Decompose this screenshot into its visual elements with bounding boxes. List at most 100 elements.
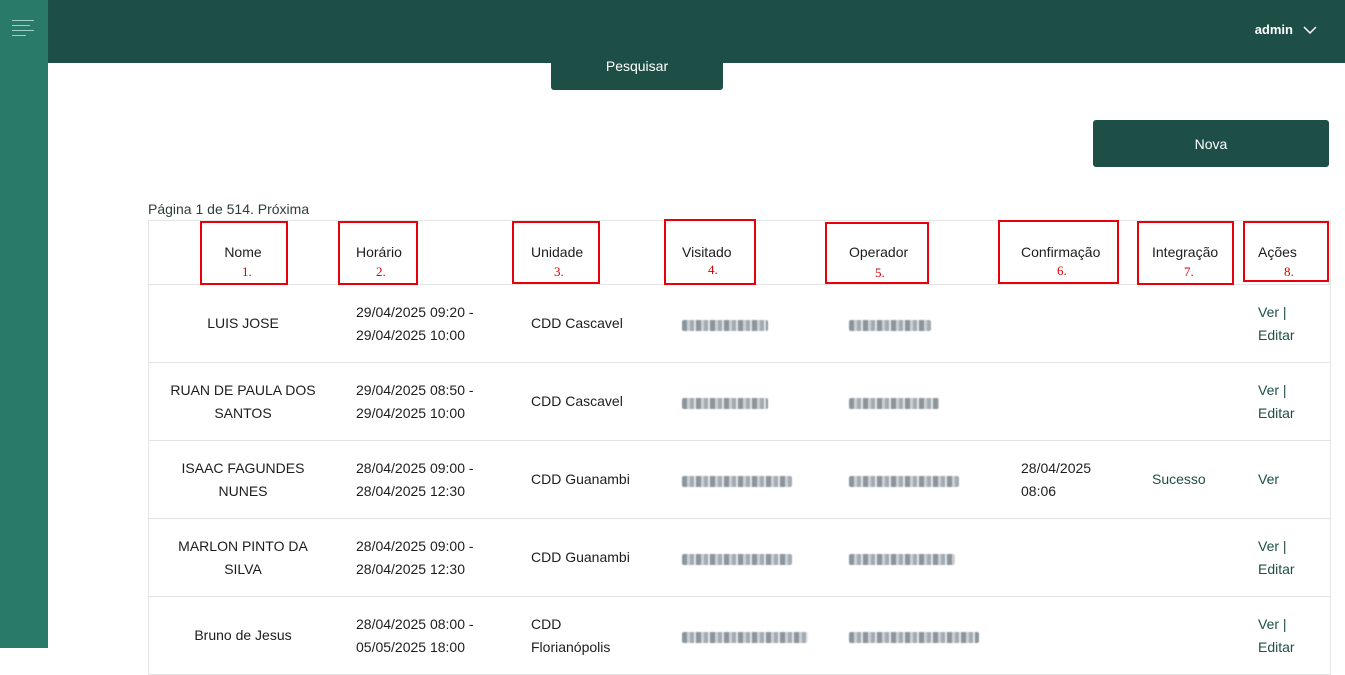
view-link[interactable]: Ver | — [1258, 379, 1328, 402]
unidade-text: CDD Cascavel — [531, 393, 623, 409]
nome-text: LUIS JOSE — [207, 315, 279, 331]
integracao-status: Sucesso — [1152, 471, 1206, 487]
cell-unidade: CDD Cascavel — [531, 312, 651, 335]
view-link[interactable]: Ver | — [1258, 301, 1328, 324]
horario-text: 28/04/2025 09:00 - — [356, 459, 474, 476]
annotation-box: 7. — [1137, 221, 1234, 285]
cell-visitado-redacted — [682, 398, 822, 409]
cell-acoes: Ver | Editar — [1258, 535, 1328, 581]
nome-text: SANTOS — [214, 404, 272, 421]
cell-horario: 29/04/2025 09:20 - 29/04/2025 10:00 — [356, 301, 496, 347]
annotation-number: 5. — [875, 265, 885, 280]
next-page-link[interactable]: Próxima — [258, 201, 309, 217]
redacted-text — [849, 476, 959, 487]
redacted-text — [849, 320, 931, 331]
cell-nome: Bruno de Jesus — [149, 624, 337, 647]
annotation-box: 8. — [1243, 221, 1329, 282]
user-name: admin — [1254, 22, 1293, 37]
edit-link[interactable]: Editar — [1258, 402, 1328, 425]
edit-link[interactable]: Editar — [1258, 636, 1328, 659]
horario-text: 29/04/2025 08:50 - — [356, 381, 474, 398]
cell-visitado-redacted — [682, 632, 822, 643]
cell-operador-redacted — [849, 476, 989, 487]
confirmacao-text: 08:06 — [1021, 482, 1057, 499]
cell-acoes: Ver | Editar — [1258, 613, 1328, 659]
redacted-text — [849, 398, 939, 409]
cell-operador-redacted — [849, 554, 989, 565]
cell-integracao: Sucesso — [1152, 468, 1242, 491]
unidade-text: Florianópolis — [531, 638, 611, 655]
menu-icon[interactable] — [12, 20, 34, 36]
user-menu[interactable]: admin — [1255, 22, 1317, 37]
cell-nome: ISAAC FAGUNDES NUNES — [149, 457, 337, 503]
annotation-number: 8. — [1284, 264, 1294, 279]
confirmacao-text: 28/04/2025 — [1021, 459, 1092, 476]
annotation-box: 4. — [664, 219, 756, 285]
annotation-number: 2. — [376, 264, 386, 279]
horario-text: 28/04/2025 09:00 - — [356, 537, 474, 554]
nome-text: ISAAC FAGUNDES — [181, 459, 305, 476]
cell-horario: 29/04/2025 08:50 - 29/04/2025 10:00 — [356, 379, 496, 425]
search-button[interactable]: Pesquisar — [551, 44, 723, 90]
annotation-number: 3. — [554, 264, 564, 279]
cell-operador-redacted — [849, 632, 989, 643]
cell-visitado-redacted — [682, 476, 822, 487]
redacted-text — [682, 320, 768, 331]
cell-unidade: CDD Guanambi — [531, 468, 651, 491]
annotation-box: 5. — [825, 222, 929, 284]
annotation-number: 4. — [708, 262, 718, 277]
table-row: LUIS JOSE 29/04/2025 09:20 - 29/04/2025 10… — [149, 285, 1330, 363]
chevron-down-icon — [1303, 25, 1317, 34]
annotation-box: 2. — [338, 221, 418, 285]
redacted-text — [682, 554, 792, 565]
redacted-text — [682, 476, 792, 487]
edit-link[interactable]: Editar — [1258, 324, 1328, 347]
edit-link[interactable]: Editar — [1258, 558, 1328, 581]
horario-text: 28/04/2025 12:30 — [356, 560, 465, 577]
table-row: ISAAC FAGUNDES NUNES 28/04/2025 09:00 - 28/… — [149, 441, 1330, 519]
table-row: RUAN DE PAULA DOS SANTOS 29/04/2025 08:50 … — [149, 363, 1330, 441]
redacted-text — [682, 632, 808, 643]
nome-text: Bruno de Jesus — [194, 627, 292, 643]
cell-confirmacao: 28/04/2025 08:06 — [1021, 457, 1131, 503]
cell-nome: RUAN DE PAULA DOS SANTOS — [149, 379, 337, 425]
redacted-text — [849, 554, 955, 565]
pagination: Página 1 de 514. Próxima — [148, 201, 309, 217]
unidade-text: CDD Guanambi — [531, 549, 630, 565]
redacted-text — [849, 632, 979, 643]
cell-nome: MARLON PINTO DA SILVA — [149, 535, 337, 581]
annotation-box: 6. — [998, 220, 1119, 284]
annotation-number: 6. — [1057, 263, 1067, 278]
view-link[interactable]: Ver | — [1258, 613, 1328, 636]
view-link[interactable]: Ver — [1258, 468, 1328, 491]
nome-text: MARLON PINTO DA — [178, 537, 308, 554]
nome-text: SILVA — [224, 560, 262, 577]
cell-horario: 28/04/2025 08:00 - 05/05/2025 18:00 — [356, 613, 496, 659]
new-button[interactable]: Nova — [1093, 120, 1329, 167]
cell-unidade: CDD Cascavel — [531, 390, 651, 413]
visits-table: Nome Horário Unidade Visitado Operador C… — [148, 220, 1331, 675]
cell-unidade: CDD Guanambi — [531, 546, 651, 569]
annotation-box: 3. — [512, 221, 600, 284]
nome-text: RUAN DE PAULA DOS — [170, 381, 316, 398]
unidade-text: CDD Cascavel — [531, 315, 623, 331]
view-link[interactable]: Ver | — [1258, 535, 1328, 558]
horario-text: 29/04/2025 10:00 — [356, 404, 465, 421]
annotation-number: 7. — [1184, 264, 1194, 279]
sidebar — [0, 0, 48, 648]
table-row: Bruno de Jesus 28/04/2025 08:00 - 05/05/20… — [149, 597, 1330, 675]
cell-operador-redacted — [849, 320, 989, 331]
annotation-box: 1. — [200, 221, 288, 285]
horario-text: 28/04/2025 12:30 — [356, 482, 465, 499]
cell-unidade: CDD Florianópolis — [531, 613, 651, 659]
cell-acoes: Ver — [1258, 468, 1328, 491]
page-info: Página 1 de 514. — [148, 201, 254, 217]
cell-visitado-redacted — [682, 554, 822, 565]
horario-text: 29/04/2025 09:20 - — [356, 303, 474, 320]
cell-horario: 28/04/2025 09:00 - 28/04/2025 12:30 — [356, 535, 496, 581]
unidade-text: CDD Guanambi — [531, 471, 630, 487]
cell-operador-redacted — [849, 398, 989, 409]
cell-nome: LUIS JOSE — [149, 312, 337, 335]
horario-text: 29/04/2025 10:00 — [356, 326, 465, 343]
unidade-text: CDD — [531, 615, 562, 632]
